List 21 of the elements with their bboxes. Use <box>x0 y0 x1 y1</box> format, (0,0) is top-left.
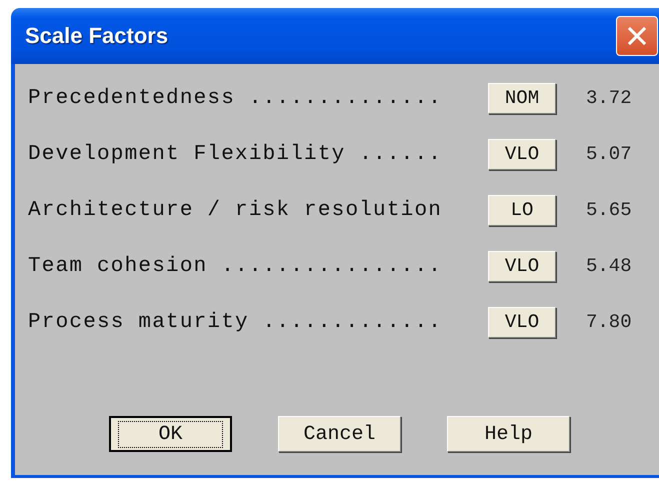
dialog-button[interactable]: OK <box>109 416 232 452</box>
factor-label: Team cohesion ................ <box>27 254 444 278</box>
dialog-button[interactable]: Cancel <box>278 416 401 452</box>
factor-value: 5.07 <box>586 143 632 165</box>
factor-label: Precedentedness .............. <box>27 86 444 110</box>
rating-button[interactable]: VLO <box>488 306 556 338</box>
factor-value: 5.65 <box>586 199 632 221</box>
close-icon <box>627 26 647 46</box>
rating-button[interactable]: LO <box>488 194 556 226</box>
window-title: Scale Factors <box>25 23 168 49</box>
rating-button[interactable]: NOM <box>488 82 556 114</box>
factor-label: Development Flexibility ...... <box>27 142 444 166</box>
factor-value: 5.48 <box>586 255 632 277</box>
rating-button[interactable]: VLO <box>488 250 556 282</box>
factor-value: 3.72 <box>586 87 632 109</box>
factor-value: 7.80 <box>586 311 632 333</box>
close-button[interactable] <box>616 16 658 56</box>
factor-label: Architecture / risk resolution <box>27 198 444 222</box>
rating-button[interactable]: VLO <box>488 138 556 170</box>
factor-label: Process maturity ............. <box>27 310 444 334</box>
dialog-button[interactable]: Help <box>447 416 570 452</box>
